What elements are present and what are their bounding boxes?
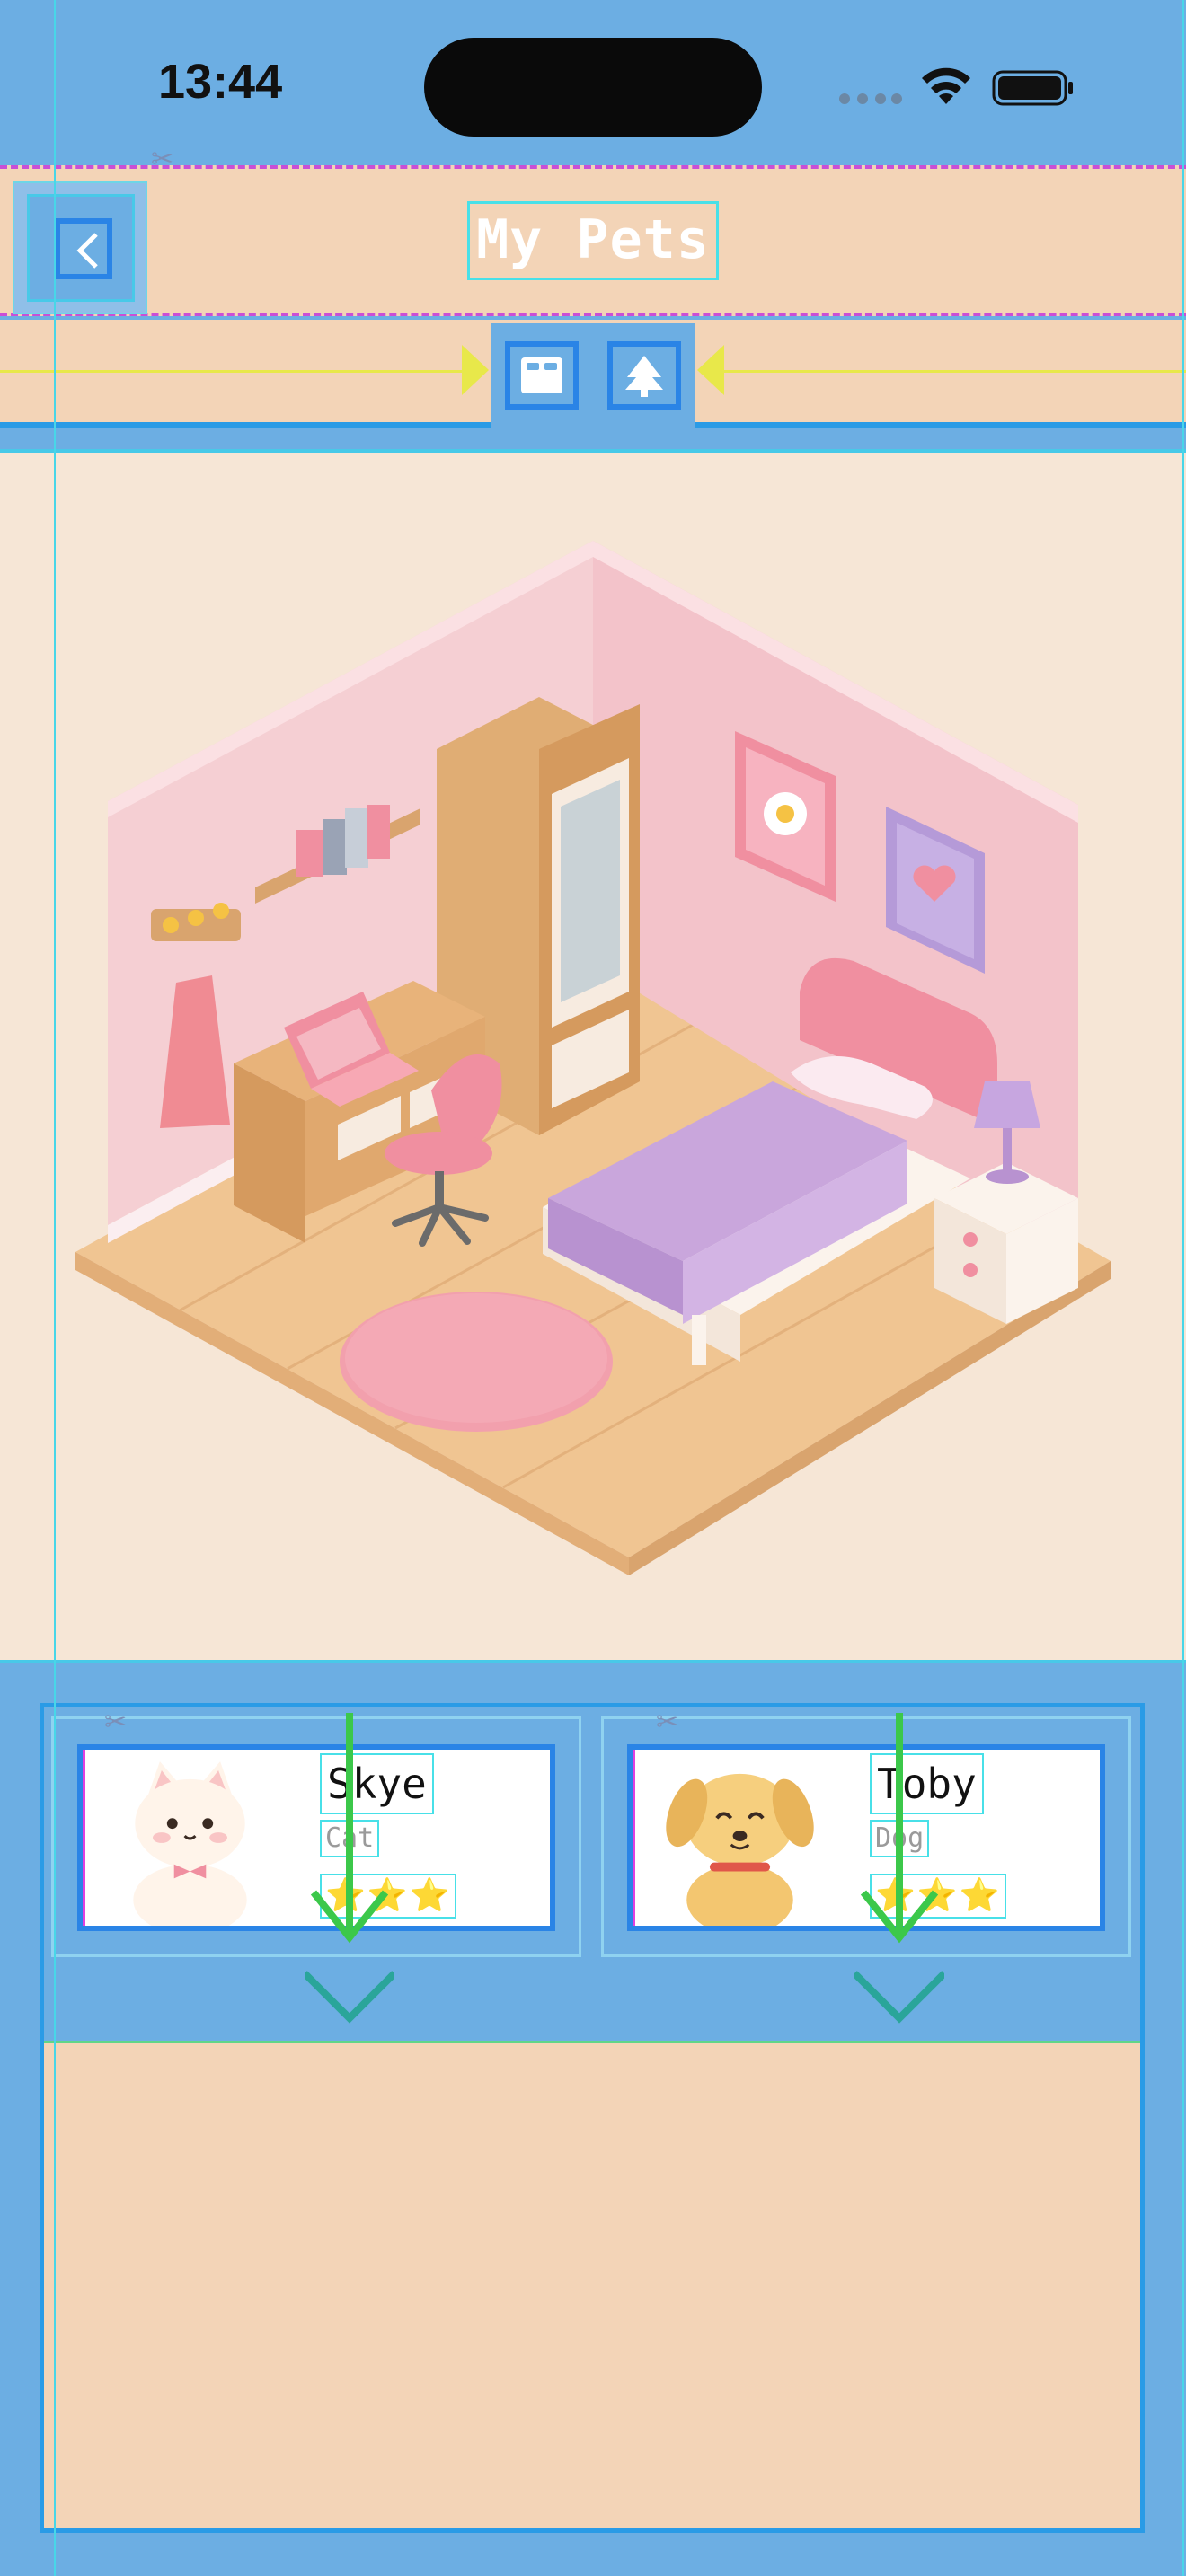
pets-panel: ✂ Skye Cat ⭐⭐⭐ ✂ [40,1703,1145,2533]
guide-arrow-left [462,345,489,395]
cellular-signal-icon [839,93,902,106]
bed-mode-frame [505,341,579,410]
battery-icon [992,70,1073,106]
scissors-icon: ✂ [151,144,174,175]
back-button[interactable] [27,194,135,302]
outdoor-mode-frame [607,341,681,410]
status-time: 13:44 [158,55,283,109]
scissors-icon: ✂ [104,1707,128,1738]
back-button-inner [55,218,112,279]
pets-carousel: ✂ Skye Cat ⭐⭐⭐ ✂ [44,1707,1140,2043]
nav-header: ✂ My Pets [0,144,1186,316]
status-bar: 13:44 [0,0,1186,165]
room-scene [0,449,1186,1663]
wifi-icon [922,67,970,104]
mode-toggle-row [0,320,1186,428]
cat-avatar [83,1750,295,1926]
guide-line-vertical [1182,0,1184,2576]
scissors-icon: ✂ [656,1707,679,1738]
arrow-down-icon [305,1713,394,2024]
outdoor-mode-button[interactable] [593,323,695,428]
page-title: My Pets [467,201,719,280]
bed-mode-button[interactable] [491,323,593,428]
guide-line-vertical [54,0,56,2576]
arrow-down-icon [854,1713,944,2024]
bed-icon [521,357,562,393]
guide-line-left [0,370,465,373]
back-button-frame [13,181,147,314]
dynamic-island [424,38,762,137]
chevron-left-icon [76,233,98,269]
guide-line-right [719,370,1186,373]
dog-avatar [633,1750,845,1926]
tree-icon [625,356,663,397]
room-illustration [75,541,1111,1575]
